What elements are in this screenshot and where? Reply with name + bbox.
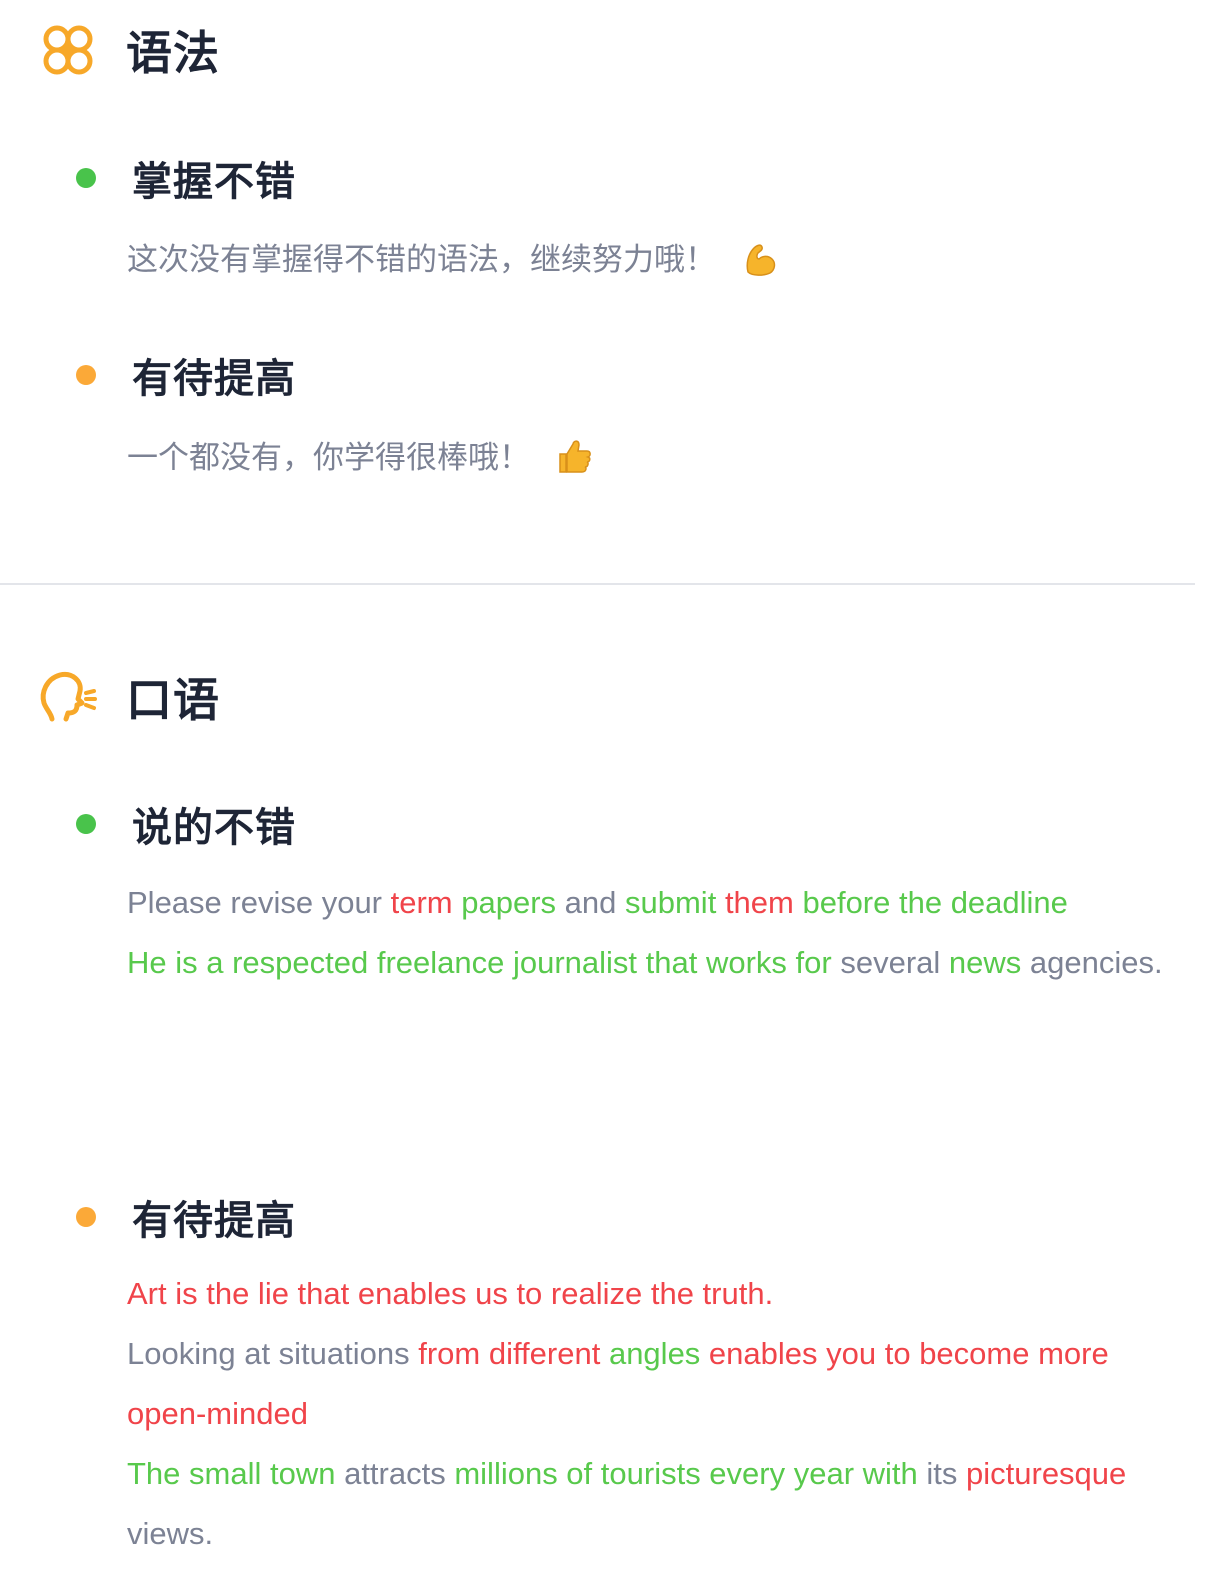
sentence-segment-green: before the deadline <box>793 885 1068 920</box>
grammar-good-text-row: 这次没有掌握得不错的语法，继续努力哦！ <box>127 234 780 282</box>
sentence: He is a respected freelance journalist t… <box>127 933 1167 993</box>
sentence-segment-green: papers <box>461 885 557 920</box>
speaking-improve-header: 有待提高 <box>76 1188 296 1246</box>
sentence-segment-gray: and <box>556 885 625 920</box>
green-dot-icon <box>76 168 96 188</box>
sentence-segment-green: submit <box>625 885 717 920</box>
sentence-segment-gray: attracts <box>335 1456 455 1491</box>
sentence-segment-gray: views. <box>127 1516 214 1551</box>
grammar-good-text: 这次没有掌握得不错的语法，继续努力哦！ <box>127 242 716 278</box>
speaking-good-title: 说的不错 <box>132 805 296 851</box>
speaking-section-title: 口语 <box>126 673 220 727</box>
orange-dot-icon <box>76 365 96 385</box>
flexed-biceps-emoji <box>746 243 776 276</box>
sentence-segment-gray <box>600 1336 609 1371</box>
orange-dot-icon <box>76 1207 96 1227</box>
thumbs-up-emoji <box>559 439 591 473</box>
sentence: Art is the lie that enables us to realiz… <box>127 1264 1167 1324</box>
grammar-good-header: 掌握不错 <box>76 149 296 207</box>
sentence-segment-gray <box>716 885 725 920</box>
grammar-section-title: 语法 <box>126 26 220 80</box>
sentence-segment-gray: several <box>831 945 949 980</box>
sentence-segment-gray: agencies. <box>1021 945 1163 980</box>
speaking-head-icon <box>40 671 97 722</box>
sentence-segment-red: term <box>390 885 453 920</box>
grammar-improve-header: 有待提高 <box>76 346 296 404</box>
grammar-section-header: 语法 <box>38 17 220 83</box>
sentence-segment-red: from different <box>418 1336 601 1371</box>
sentence-segment-green: He is a respected freelance journalist t… <box>127 945 832 980</box>
sentence-segment-red: Art is the lie that enables us to realiz… <box>127 1276 774 1311</box>
grammar-improve-text: 一个都没有，你学得很棒哦！ <box>127 440 530 476</box>
sentence-segment-red: them <box>724 885 794 920</box>
grammar-improve-title: 有待提高 <box>132 356 296 402</box>
sentence-segment-green: The small town <box>127 1456 336 1491</box>
speaking-improve-title: 有待提高 <box>132 1198 296 1244</box>
sentence-segment-gray <box>453 885 462 920</box>
sentence-segment-green: news <box>948 945 1022 980</box>
grammar-good-title: 掌握不错 <box>132 159 296 205</box>
sentence: The small town attracts millions of tour… <box>127 1444 1167 1564</box>
sentence-segment-green: millions of tourists every year with <box>454 1456 918 1491</box>
grammar-knot-icon <box>43 25 93 75</box>
sentence-segment-red: picturesque <box>966 1456 1127 1491</box>
sentence: Looking at situations from different ang… <box>127 1324 1167 1444</box>
speaking-good-sentences: Please revise your term papers and submi… <box>127 873 1167 993</box>
sentence-segment-gray: its <box>917 1456 967 1491</box>
speaking-section-header: 口语 <box>38 664 220 730</box>
section-divider <box>0 583 1195 585</box>
sentence-segment-gray: Looking at situations <box>127 1336 419 1371</box>
grammar-improve-text-row: 一个都没有，你学得很棒哦！ <box>127 432 594 480</box>
speaking-improve-sentences: Art is the lie that enables us to realiz… <box>127 1264 1167 1564</box>
green-dot-icon <box>76 814 96 834</box>
sentence-segment-green: angles <box>608 1336 701 1371</box>
sentence: Please revise your term papers and submi… <box>127 873 1167 933</box>
sentence-segment-gray: Please revise your <box>127 885 391 920</box>
speaking-good-header: 说的不错 <box>76 795 296 853</box>
